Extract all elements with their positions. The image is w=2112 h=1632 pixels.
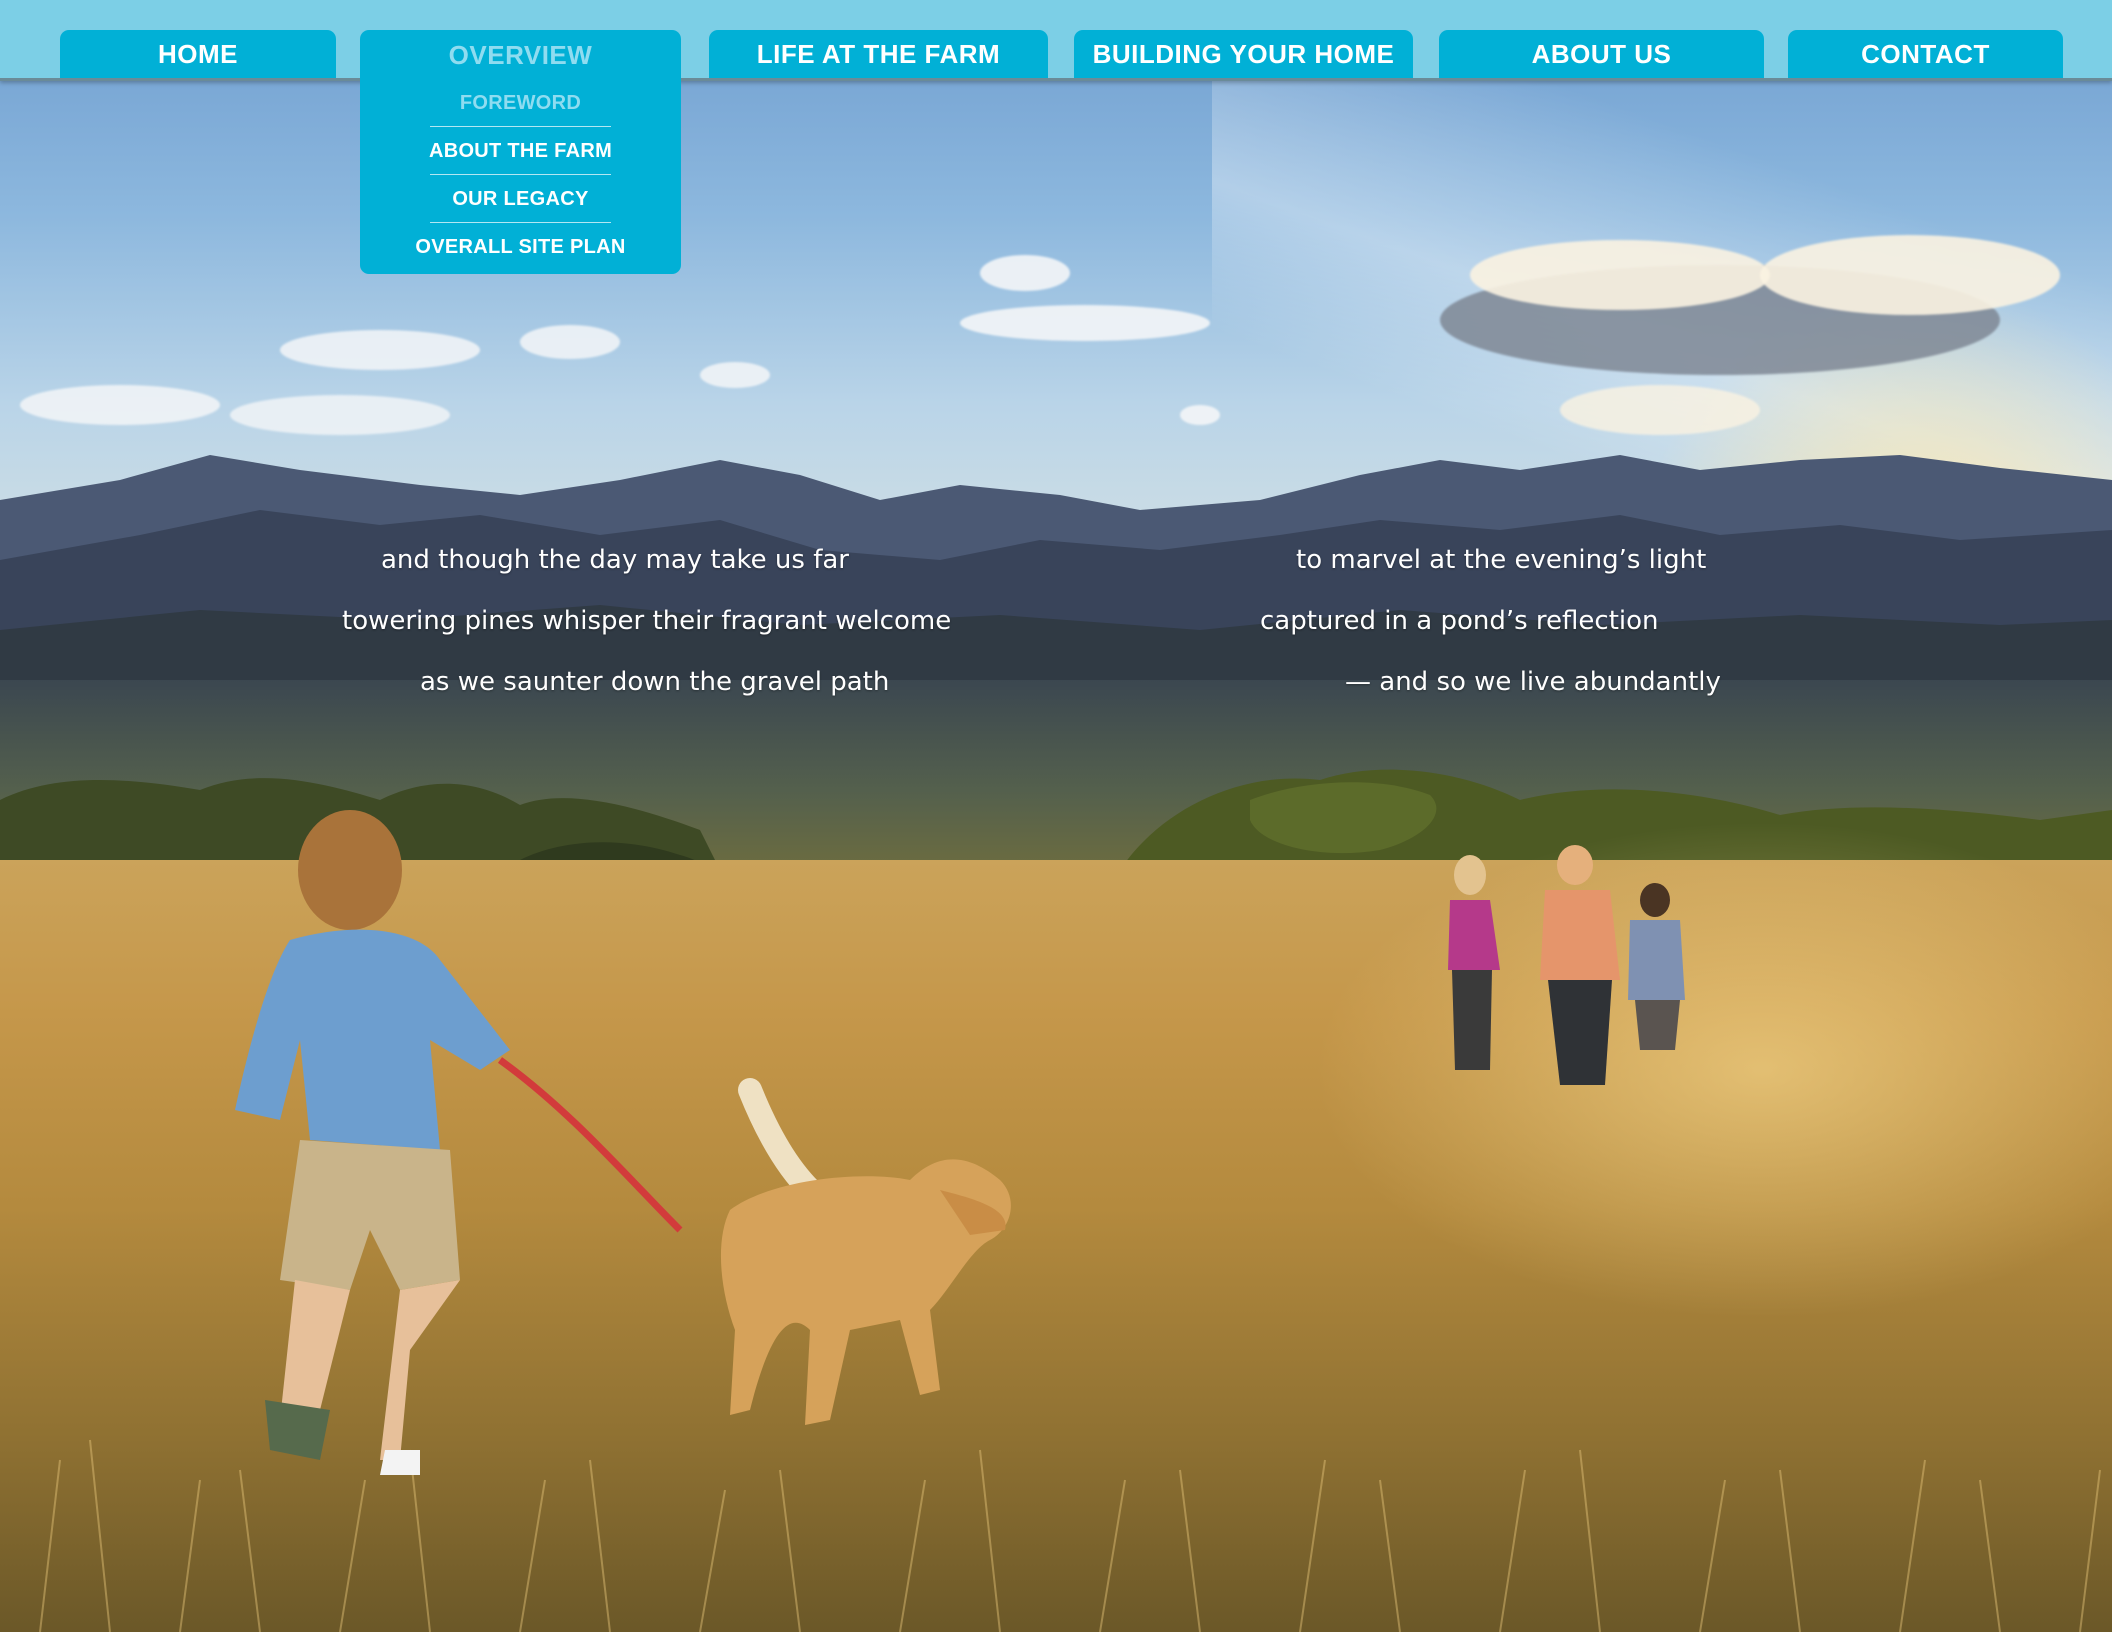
family-walking: [1448, 845, 1685, 1085]
hero-photo: [0, 0, 2112, 1632]
cloud: [980, 255, 1070, 291]
cloud: [230, 395, 450, 435]
tab-about-us[interactable]: ABOUT US: [1439, 30, 1764, 78]
tab-home[interactable]: HOME: [60, 30, 336, 78]
tab-life-at-the-farm-label: LIFE AT THE FARM: [756, 38, 1001, 69]
tab-building-your-home[interactable]: BUILDING YOUR HOME: [1074, 30, 1413, 78]
poem-line-left-2: towering pines whisper their fragrant we…: [342, 606, 952, 636]
dropdown-item-foreword-label: FOREWORD: [459, 91, 582, 114]
poem-line-left-3: as we saunter down the gravel path: [420, 667, 890, 697]
dropdown-divider: [430, 174, 611, 175]
tab-life-at-the-farm[interactable]: LIFE AT THE FARM: [709, 30, 1048, 78]
dropdown-item-about-the-farm-label: ABOUT THE FARM: [428, 139, 613, 162]
poem-line-right-2: captured in a pond’s reflection: [1260, 606, 1659, 636]
cloud: [1760, 235, 2060, 315]
dropdown-item-overall-site-plan-label: OVERALL SITE PLAN: [415, 235, 626, 258]
cloud: [20, 385, 220, 425]
cloud: [520, 325, 620, 359]
cloud: [280, 330, 480, 370]
dropdown-divider: [430, 126, 611, 127]
cloud: [1470, 240, 1770, 310]
dropdown-item-foreword[interactable]: FOREWORD: [360, 80, 681, 126]
cloud: [1180, 405, 1220, 425]
poem-line-right-1: to marvel at the evening’s light: [1296, 545, 1707, 575]
tab-overview[interactable]: OVERVIEW: [360, 30, 681, 80]
cloud: [1560, 385, 1760, 435]
cloud: [960, 305, 1210, 341]
dropdown-divider: [430, 222, 611, 223]
tab-about-us-label: ABOUT US: [1531, 38, 1672, 69]
tab-contact-label: CONTACT: [1861, 38, 1990, 69]
overview-dropdown: OVERVIEW FOREWORD ABOUT THE FARM OUR LEG…: [360, 30, 681, 274]
dropdown-item-about-the-farm[interactable]: ABOUT THE FARM: [360, 128, 681, 174]
tab-home-label: HOME: [158, 38, 238, 69]
cloud: [700, 362, 770, 388]
tab-contact[interactable]: CONTACT: [1788, 30, 2063, 78]
boy-and-dog: [235, 810, 1011, 1475]
tab-overview-label: OVERVIEW: [448, 39, 593, 70]
dropdown-item-our-legacy-label: OUR LEGACY: [452, 187, 589, 210]
tab-building-your-home-label: BUILDING YOUR HOME: [1092, 38, 1395, 69]
poem-line-right-3: — and so we live abundantly: [1345, 667, 1721, 697]
poem-line-left-1: and though the day may take us far: [381, 545, 849, 575]
dropdown-item-overall-site-plan[interactable]: OVERALL SITE PLAN: [360, 224, 681, 270]
dropdown-item-our-legacy[interactable]: OUR LEGACY: [360, 176, 681, 222]
